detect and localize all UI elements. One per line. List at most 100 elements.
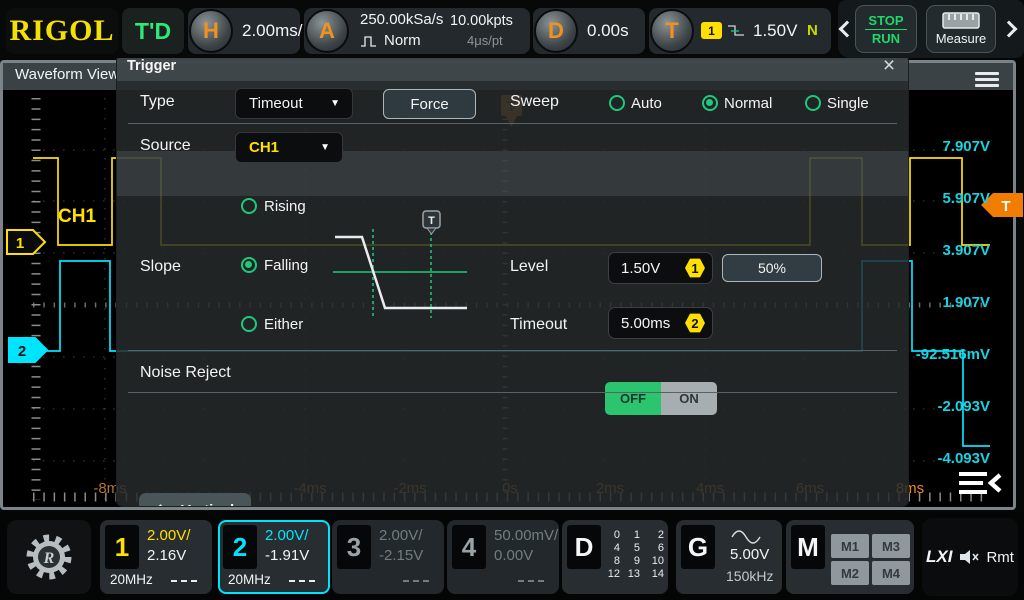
math-card[interactable]: M M1 M3 M2 M4 xyxy=(786,520,914,594)
channel-1-card[interactable]: 1 2.00V/ 2.16V 20MHz xyxy=(100,520,212,594)
digital-channels-card[interactable]: D 0123 4567 891011 12131415 xyxy=(562,520,668,594)
remote-indicator: Rmt xyxy=(986,549,1014,566)
memory-depth: 10.00kpts xyxy=(450,13,513,29)
trigger-type-value: Timeout xyxy=(249,95,330,112)
time-resolution: 4μs/pt xyxy=(467,33,503,48)
sweep-label: Sweep xyxy=(510,93,559,111)
stop-run-button[interactable]: STOP RUN xyxy=(855,5,917,53)
horizontal-scale: 2.00ms/ xyxy=(242,21,302,41)
channel-offset: -1.91V xyxy=(265,547,309,564)
channel-scale: 50.00mV/ xyxy=(494,527,558,544)
coupling-dashes-icon xyxy=(171,580,197,582)
level-input[interactable]: 1.50V 1 xyxy=(608,252,713,284)
dialog-title: Trigger xyxy=(127,58,176,74)
chevron-down-icon: ▼ xyxy=(320,142,330,153)
chevron-down-icon: ▼ xyxy=(330,98,340,109)
trigger-type-dropdown[interactable]: Timeout ▼ xyxy=(235,88,353,119)
sweep-auto-radio[interactable] xyxy=(609,95,625,111)
slope-label: Slope xyxy=(140,258,181,276)
math-m2-button[interactable]: M2 xyxy=(831,561,869,585)
rigol-logo: RIGOL xyxy=(6,8,118,54)
math-m3-button[interactable]: M3 xyxy=(872,534,910,558)
channel-scale: 2.00V/ xyxy=(379,527,422,544)
slope-either-label[interactable]: Either xyxy=(264,316,303,333)
divider xyxy=(128,350,897,351)
generator-amplitude: 5.00V xyxy=(730,546,769,563)
channel-scale: 2.00V/ xyxy=(147,527,190,544)
bottom-channel-bar: R 1 2.00V/ 2.16V 20MHz 2 2.00V/ -1.91V 2… xyxy=(0,512,1024,600)
trigger-dialog-body: Type Timeout ▼ Force Sweep Auto Normal S… xyxy=(117,81,908,506)
channel-3-card[interactable]: 3 2.00V/ -2.15V xyxy=(332,520,444,594)
delay-value: 0.00s xyxy=(587,21,629,41)
knob-2-badge: 2 xyxy=(685,313,705,333)
generator-frequency: 150kHz xyxy=(726,568,773,584)
trigger-dialog-titlebar[interactable]: Trigger × xyxy=(117,55,908,81)
sine-wave-icon xyxy=(730,528,764,544)
source-label: Source xyxy=(140,137,191,155)
sweep-auto-label[interactable]: Auto xyxy=(631,95,662,112)
knob-1-badge: 1 xyxy=(685,258,705,278)
timeout-slope-diagram: T xyxy=(327,206,482,321)
channel-number: 1 xyxy=(105,525,139,569)
math-m4-button[interactable]: M4 xyxy=(872,561,910,585)
delay-knob-button[interactable]: D xyxy=(534,9,578,53)
ruler-icon xyxy=(942,12,980,29)
slope-falling-label[interactable]: Falling xyxy=(264,257,308,274)
coupling-dashes-icon xyxy=(403,580,429,582)
top-status-bar: RIGOL T'D 2.00ms/ H 250.00kSa/s Norm 10.… xyxy=(0,0,1024,58)
noise-reject-on[interactable]: ON xyxy=(661,382,717,415)
close-icon[interactable]: × xyxy=(878,55,900,78)
slope-falling-radio[interactable] xyxy=(241,257,257,273)
noise-reject-toggle[interactable]: OFF ON xyxy=(605,382,717,415)
measure-button[interactable]: Measure xyxy=(926,5,996,53)
timeout-input[interactable]: 5.00ms 2 xyxy=(608,307,713,339)
trigger-source-dropdown[interactable]: CH1 ▼ xyxy=(235,132,343,163)
svg-text:R: R xyxy=(43,550,55,567)
acquire-mode-icon xyxy=(360,34,378,48)
timeout-trigger-icon xyxy=(726,23,746,39)
channel-offset: 0.00V xyxy=(494,547,533,564)
status-tile: LXI Rmt xyxy=(922,518,1018,596)
level-50pct-button[interactable]: 50% xyxy=(722,254,822,282)
sweep-normal-label[interactable]: Normal xyxy=(724,95,772,112)
acquire-mode: Norm xyxy=(384,32,421,49)
waveform-view-title: Waveform View xyxy=(15,66,119,83)
channel-4-card[interactable]: 4 50.00mV/ 0.00V xyxy=(447,520,559,594)
rigol-gear-logo[interactable]: R xyxy=(7,520,91,594)
generator-card[interactable]: G 5.00V 150kHz xyxy=(676,520,782,594)
speaker-muted-icon[interactable] xyxy=(959,549,979,565)
horizontal-knob-button[interactable]: H xyxy=(189,9,233,53)
channel-number: 4 xyxy=(452,525,486,569)
lxi-indicator: LXI xyxy=(926,547,952,567)
channel-bandwidth: 20MHz xyxy=(110,572,153,587)
digital-letter: D xyxy=(567,525,601,569)
acquire-knob-button[interactable]: A xyxy=(305,9,349,53)
hamburger-menu-icon[interactable] xyxy=(975,69,999,90)
noise-reject-label: Noise Reject xyxy=(140,364,231,382)
chevron-left-icon xyxy=(154,504,167,506)
sweep-single-radio[interactable] xyxy=(805,95,821,111)
coupling-dashes-icon xyxy=(289,580,315,582)
channel-number: 2 xyxy=(223,525,257,569)
slope-either-radio[interactable] xyxy=(241,316,257,332)
slope-rising-radio[interactable] xyxy=(241,198,257,214)
svg-text:T: T xyxy=(428,215,435,227)
slope-rising-label[interactable]: Rising xyxy=(264,198,306,215)
trigger-level-value: 1.50V xyxy=(753,21,797,41)
force-button[interactable]: Force xyxy=(383,89,476,119)
level-label: Level xyxy=(510,258,548,276)
trigger-dialog: Type Timeout ▼ Force Sweep Auto Normal S… xyxy=(117,55,908,506)
trigger-source-value: CH1 xyxy=(249,139,320,156)
channel-offset: -2.15V xyxy=(379,547,423,564)
channel-2-card[interactable]: 2 2.00V/ -1.91V 20MHz xyxy=(218,520,330,594)
sweep-normal-radio[interactable] xyxy=(702,95,718,111)
noise-reject-off[interactable]: OFF xyxy=(605,382,661,415)
vertical-menu-button[interactable]: Vertical xyxy=(139,493,251,506)
trigger-knob-button[interactable]: T xyxy=(650,9,694,53)
divider xyxy=(128,392,897,393)
divider xyxy=(865,29,907,30)
sweep-single-label[interactable]: Single xyxy=(827,95,869,112)
trigger-sweep-flag: N xyxy=(807,22,818,39)
divider xyxy=(128,123,897,124)
math-m1-button[interactable]: M1 xyxy=(831,534,869,558)
